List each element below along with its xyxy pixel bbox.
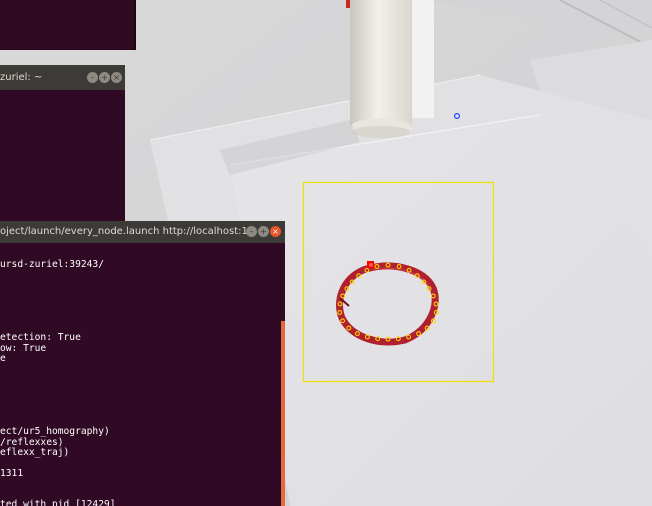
title-bar: zuriel: ~ – + × [0, 65, 125, 90]
terminal-line: ow: True [0, 342, 47, 354]
minimize-icon[interactable]: – [87, 72, 98, 83]
terminal-line: eflexx_traj) [0, 447, 70, 459]
terminal-line: ursd-zuriel:39243/ [0, 259, 104, 270]
minimize-icon[interactable]: – [246, 226, 257, 237]
terminal-window-main: oject/launch/every_node.launch http://lo… [0, 221, 285, 506]
window-title: zuriel: ~ [0, 72, 43, 83]
close-icon[interactable]: × [270, 226, 281, 237]
maximize-icon[interactable]: + [99, 72, 110, 83]
terminal-line: e [0, 353, 6, 365]
close-icon[interactable]: × [111, 72, 122, 83]
terminal-line: ted with pid [12429] [0, 499, 116, 506]
terminal-line: 1311 [0, 468, 24, 479]
title-bar: oject/launch/every_node.launch http://lo… [0, 221, 285, 243]
terminal-line: etection: True [0, 332, 81, 344]
window-title: oject/launch/every_node.launch http://lo… [0, 226, 264, 237]
terminal-window-middle: zuriel: ~ – + × [0, 65, 125, 225]
camera-view: zuriel: ~ – + × oject/launch/every_node.… [0, 0, 652, 506]
terminal-window-top [0, 0, 136, 50]
scrollbar-thumb[interactable] [281, 321, 285, 506]
maximize-icon[interactable]: + [258, 226, 269, 237]
